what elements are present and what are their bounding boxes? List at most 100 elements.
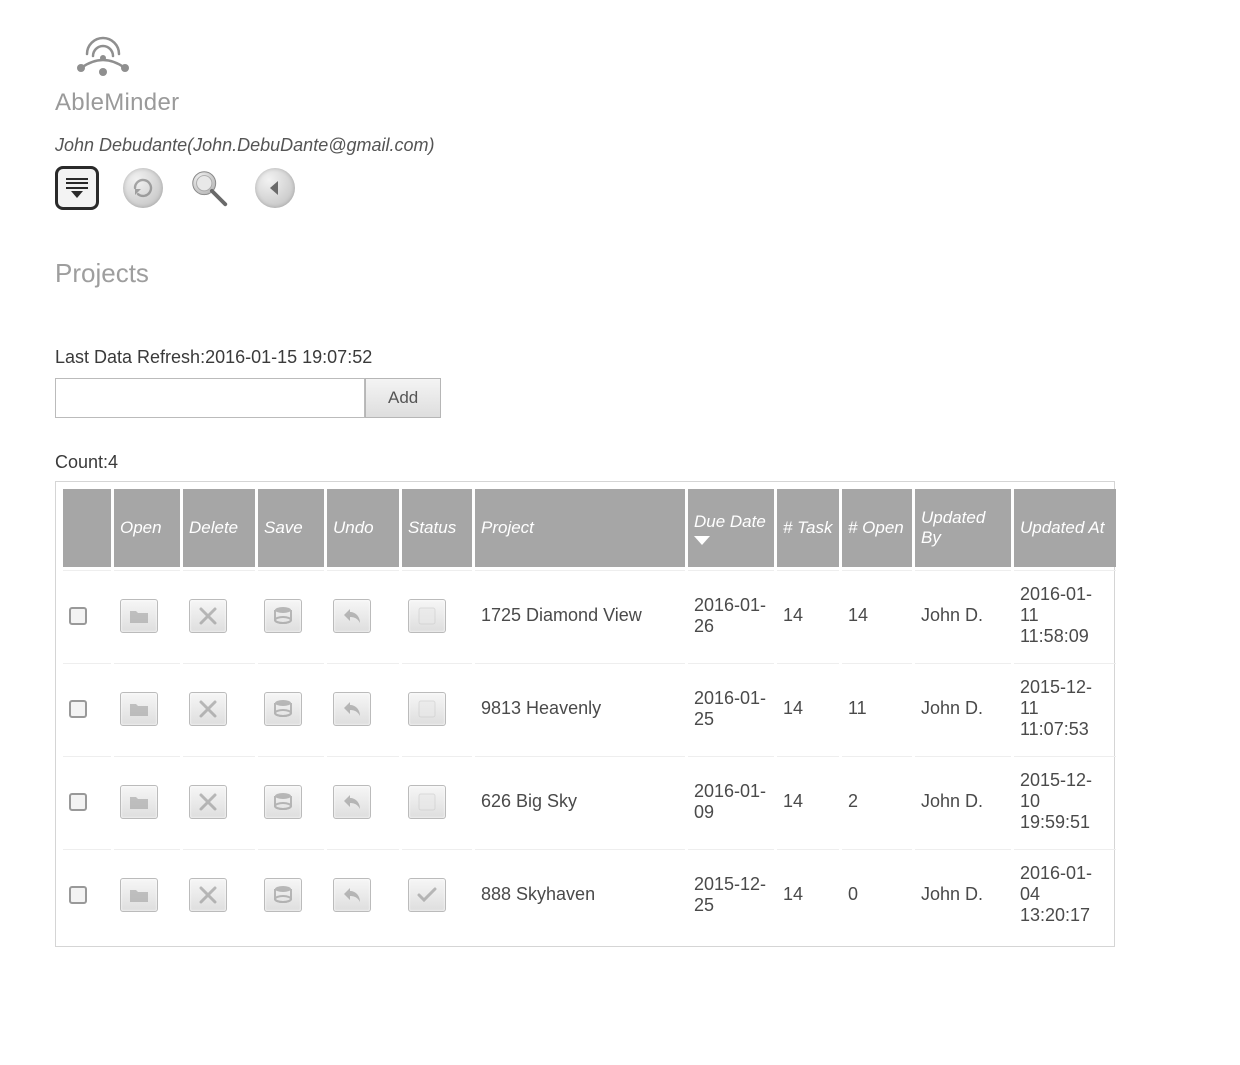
cell-open: 2 <box>842 756 912 846</box>
row-status-button[interactable] <box>408 785 446 819</box>
cell-at: 2016-01-11 11:58:09 <box>1014 570 1116 660</box>
cell-by: John D. <box>915 756 1011 846</box>
row-save-button[interactable] <box>264 878 302 912</box>
row-open-button-icon <box>128 605 150 627</box>
col-header-undo[interactable]: Undo <box>327 489 399 567</box>
row-delete-button[interactable] <box>189 599 227 633</box>
row-save-button[interactable] <box>264 785 302 819</box>
last-refresh-value: 2016-01-15 19:07:52 <box>205 347 372 367</box>
row-save-button[interactable] <box>264 599 302 633</box>
row-status-button[interactable] <box>408 878 446 912</box>
row-delete-button[interactable] <box>189 878 227 912</box>
col-header-due[interactable]: Due Date <box>688 489 774 567</box>
cell-by: John D. <box>915 663 1011 753</box>
col-header-tasks[interactable]: # Task <box>777 489 839 567</box>
add-project-input[interactable] <box>55 378 365 418</box>
col-header-save[interactable]: Save <box>258 489 324 567</box>
row-save-button-icon <box>272 791 294 813</box>
row-open-button[interactable] <box>120 692 158 726</box>
cell-open: 0 <box>842 849 912 939</box>
col-header-due-label: Due Date <box>694 512 766 531</box>
row-checkbox[interactable] <box>69 793 87 811</box>
search-button[interactable] <box>187 166 231 210</box>
add-project-button[interactable]: Add <box>365 378 441 418</box>
col-header-updated-at[interactable]: Updated At <box>1014 489 1116 567</box>
row-open-button[interactable] <box>120 878 158 912</box>
row-checkbox[interactable] <box>69 607 87 625</box>
cell-at: 2016-01-04 13:20:17 <box>1014 849 1116 939</box>
row-delete-button-icon <box>197 791 219 813</box>
cell-project: 888 Skyhaven <box>475 849 685 939</box>
grid-header-row: Open Delete Save Undo Status Project Due… <box>63 489 1116 567</box>
col-header-delete[interactable]: Delete <box>183 489 255 567</box>
table-row: 1725 Diamond View 2016-01-26 14 14 John … <box>63 570 1116 660</box>
cell-open: 11 <box>842 663 912 753</box>
cell-project: 626 Big Sky <box>475 756 685 846</box>
section-title: Projects <box>55 258 1185 289</box>
row-delete-button[interactable] <box>189 692 227 726</box>
row-undo-button[interactable] <box>333 785 371 819</box>
row-checkbox[interactable] <box>69 700 87 718</box>
row-undo-button[interactable] <box>333 878 371 912</box>
table-row: 888 Skyhaven 2015-12-25 14 0 John D. 201… <box>63 849 1116 939</box>
cell-by: John D. <box>915 849 1011 939</box>
cell-due: 2016-01-09 <box>688 756 774 846</box>
magnifier-icon <box>187 165 231 211</box>
cell-due: 2015-12-25 <box>688 849 774 939</box>
row-delete-button-icon <box>197 605 219 627</box>
col-header-updated-by[interactable]: Updated By <box>915 489 1011 567</box>
row-count-label: Count: <box>55 452 108 472</box>
col-header-checkbox[interactable] <box>63 489 111 567</box>
row-count-value: 4 <box>108 452 118 472</box>
last-refresh: Last Data Refresh:2016-01-15 19:07:52 <box>55 347 1185 368</box>
row-status-button[interactable] <box>408 599 446 633</box>
refresh-icon <box>123 168 163 208</box>
table-row: 626 Big Sky 2016-01-09 14 2 John D. 2015… <box>63 756 1116 846</box>
row-open-button[interactable] <box>120 599 158 633</box>
brand-name: AbleMinder <box>55 89 1185 117</box>
row-status-button-icon <box>416 884 438 906</box>
cell-at: 2015-12-11 11:07:53 <box>1014 663 1116 753</box>
add-project-row: Add <box>55 378 1185 418</box>
cell-due: 2016-01-25 <box>688 663 774 753</box>
menu-lines-icon <box>66 177 88 199</box>
col-header-open-count[interactable]: # Open <box>842 489 912 567</box>
row-save-button[interactable] <box>264 692 302 726</box>
menu-dropdown-button[interactable] <box>55 166 99 210</box>
row-status-button-icon <box>416 791 438 813</box>
cell-tasks: 14 <box>777 570 839 660</box>
row-undo-button-icon <box>341 791 363 813</box>
row-delete-button-icon <box>197 698 219 720</box>
row-delete-button-icon <box>197 884 219 906</box>
row-undo-button-icon <box>341 884 363 906</box>
back-button[interactable] <box>253 166 297 210</box>
back-arrow-icon <box>255 168 295 208</box>
cell-project: 1725 Diamond View <box>475 570 685 660</box>
row-save-button-icon <box>272 884 294 906</box>
col-header-open[interactable]: Open <box>114 489 180 567</box>
col-header-status[interactable]: Status <box>402 489 472 567</box>
cell-due: 2016-01-26 <box>688 570 774 660</box>
row-open-button[interactable] <box>120 785 158 819</box>
row-status-button-icon <box>416 605 438 627</box>
row-status-button[interactable] <box>408 692 446 726</box>
refresh-button[interactable] <box>121 166 165 210</box>
row-undo-button[interactable] <box>333 599 371 633</box>
sort-desc-icon <box>694 536 710 545</box>
row-save-button-icon <box>272 605 294 627</box>
cell-project: 9813 Heavenly <box>475 663 685 753</box>
row-open-button-icon <box>128 884 150 906</box>
cell-by: John D. <box>915 570 1011 660</box>
row-open-button-icon <box>128 791 150 813</box>
col-header-project[interactable]: Project <box>475 489 685 567</box>
row-undo-button[interactable] <box>333 692 371 726</box>
row-undo-button-icon <box>341 698 363 720</box>
cell-tasks: 14 <box>777 663 839 753</box>
cell-at: 2015-12-10 19:59:51 <box>1014 756 1116 846</box>
row-delete-button[interactable] <box>189 785 227 819</box>
cell-open: 14 <box>842 570 912 660</box>
row-checkbox[interactable] <box>69 886 87 904</box>
last-refresh-label: Last Data Refresh: <box>55 347 205 367</box>
projects-grid: Open Delete Save Undo Status Project Due… <box>55 481 1115 947</box>
cell-tasks: 14 <box>777 756 839 846</box>
